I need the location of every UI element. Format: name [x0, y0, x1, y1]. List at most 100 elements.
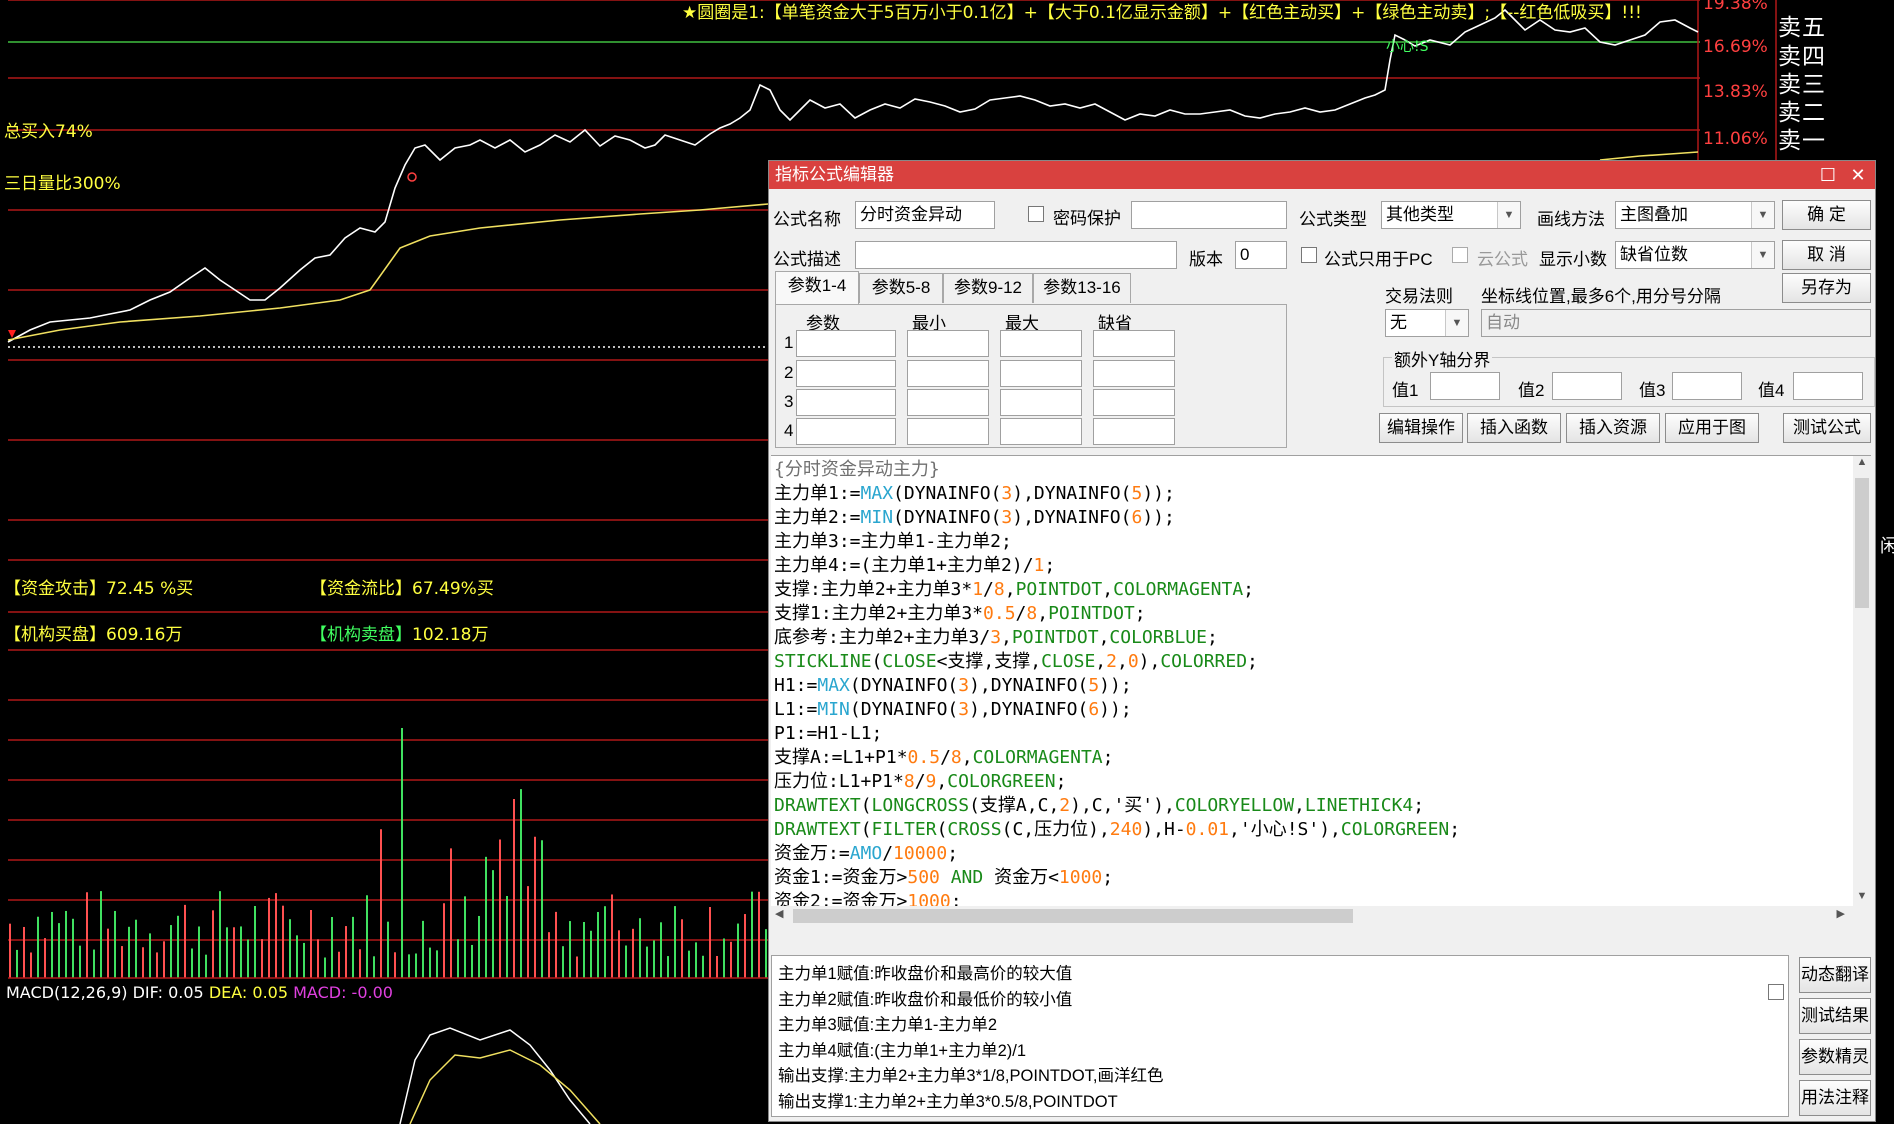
param-max-cell[interactable] [1000, 330, 1082, 357]
password-input[interactable] [1131, 201, 1287, 229]
vertical-scrollbar[interactable]: ▲ ▼ [1853, 456, 1871, 908]
code-line[interactable]: 支撑A:=L1+P1*0.5/8,COLORMAGENTA; [774, 746, 1852, 770]
dynamic-translate-button[interactable]: 动态翻译 [1799, 957, 1871, 993]
inst-buy-indicator: 【机构买盘】609.16万 [4, 620, 182, 645]
password-checkbox[interactable] [1028, 206, 1044, 222]
code-line[interactable]: 支撑1:主力单2+主力单3*0.5/8,POINTDOT; [774, 602, 1852, 626]
formula-desc-input[interactable] [855, 241, 1177, 269]
apply-to-chart-button[interactable]: 应用于图 [1665, 413, 1759, 443]
param-name-cell[interactable] [796, 360, 896, 387]
draw-method-label: 画线方法 [1537, 210, 1605, 229]
translation-checkbox[interactable] [1768, 984, 1784, 1000]
code-line[interactable]: 资金万:=AMO/10000; [774, 842, 1852, 866]
y-value-1-input[interactable] [1430, 372, 1500, 400]
trade-rule-select[interactable]: 无 ▼ [1385, 309, 1469, 337]
save-as-button[interactable]: 另存为 [1782, 273, 1871, 303]
tab-params-9-12[interactable]: 参数9-12 [943, 273, 1033, 303]
code-line[interactable]: 主力单1:=MAX(DYNAINFO(3),DYNAINFO(5)); [774, 482, 1852, 506]
macd-value: MACD: -0.00 [293, 983, 393, 1002]
pc-only-checkbox[interactable] [1301, 247, 1317, 263]
edit-ops-button[interactable]: 编辑操作 [1379, 413, 1463, 443]
formula-type-select[interactable]: 其他类型 ▼ [1381, 201, 1521, 229]
fund-attack-value: 72.45 %买 [106, 579, 194, 599]
insert-resource-button[interactable]: 插入资源 [1566, 413, 1660, 443]
code-line[interactable]: 支撑:主力单2+主力单3*1/8,POINTDOT,COLORMAGENTA; [774, 578, 1852, 602]
param-max-cell[interactable] [1000, 418, 1082, 445]
code-line[interactable]: {分时资金异动主力} [774, 458, 1852, 482]
code-line[interactable]: H1:=MAX(DYNAINFO(3),DYNAINFO(5)); [774, 674, 1852, 698]
coord-lines-input[interactable]: 自动 [1481, 309, 1871, 337]
param-default-cell[interactable] [1093, 360, 1175, 387]
draw-method-select[interactable]: 主图叠加 ▼ [1615, 201, 1775, 229]
scroll-right-icon[interactable]: ▶ [1837, 907, 1845, 920]
param-name-cell[interactable] [796, 418, 896, 445]
param-name-cell[interactable] [796, 389, 896, 416]
decimals-select[interactable]: 缺省位数 ▼ [1615, 241, 1775, 269]
scroll-left-icon[interactable]: ◀ [775, 907, 783, 920]
tab-params-13-16[interactable]: 参数13-16 [1033, 273, 1131, 303]
hscroll-thumb[interactable] [793, 909, 1353, 923]
param-min-cell[interactable] [907, 330, 989, 357]
code-line[interactable]: 主力单2:=MIN(DYNAINFO(3),DYNAINFO(6)); [774, 506, 1852, 530]
pc-only-label: 公式只用于PC [1324, 250, 1433, 269]
code-line[interactable]: DRAWTEXT(FILTER(CROSS(C,压力位),240),H-0.01… [774, 818, 1852, 842]
maximize-icon[interactable]: ☐ [1813, 161, 1843, 189]
close-icon[interactable]: ✕ [1843, 161, 1873, 189]
test-result-button[interactable]: 测试结果 [1799, 998, 1871, 1034]
param-min-cell[interactable] [907, 418, 989, 445]
y-value-4-input[interactable] [1793, 372, 1863, 400]
scroll-thumb[interactable] [1855, 478, 1869, 608]
horizontal-scrollbar[interactable]: ◀ ▶ [771, 906, 1871, 926]
code-line[interactable]: 资金1:=资金万>500 AND 资金万<1000; [774, 866, 1852, 890]
param-name-cell[interactable] [796, 330, 896, 357]
param-default-cell[interactable] [1093, 418, 1175, 445]
axis-label: 13.83% [1703, 82, 1768, 102]
order-book-sell1: 卖一 [1778, 128, 1826, 154]
formula-banner: ★圆圈是1:【单笔资金大于5百万小于0.1亿】+【大于0.1亿显示金额】+【红色… [682, 3, 1642, 23]
param-max-cell[interactable] [1000, 360, 1082, 387]
cloud-label: 云公式 [1477, 250, 1528, 269]
code-line[interactable]: DRAWTEXT(LONGCROSS(支撑A,C,2),C,'买'),COLOR… [774, 794, 1852, 818]
code-line[interactable]: STICKLINE(CLOSE<支撑,支撑,CLOSE,2,0),COLORRE… [774, 650, 1852, 674]
code-line[interactable]: 主力单3:=主力单1-主力单2; [774, 530, 1852, 554]
translation-line: 输出支撑:主力单2+主力单3*1/8,POINTDOT,画洋红色 [778, 1067, 1164, 1085]
param-default-cell[interactable] [1093, 389, 1175, 416]
usage-notes-button[interactable]: 用法注释 [1799, 1080, 1871, 1116]
version-input[interactable]: 0 [1235, 241, 1287, 269]
tab-params-1-4[interactable]: 参数1-4 [775, 271, 859, 304]
formula-type-value: 其他类型 [1386, 205, 1454, 224]
param-min-cell[interactable] [907, 389, 989, 416]
param-row-number: 1 [784, 333, 794, 352]
chevron-down-icon[interactable]: ▼ [1497, 202, 1520, 228]
code-line[interactable]: 压力位:L1+P1*8/9,COLORGREEN; [774, 770, 1852, 794]
param-wizard-button[interactable]: 参数精灵 [1799, 1039, 1871, 1075]
formula-name-input[interactable]: 分时资金异动 [855, 201, 995, 229]
param-row-number: 3 [784, 392, 794, 411]
cancel-button[interactable]: 取 消 [1782, 240, 1871, 270]
fund-attack-indicator: 【资金攻击】72.45 %买 [4, 574, 193, 599]
y-value-3-input[interactable] [1672, 372, 1742, 400]
chevron-down-icon[interactable]: ▼ [1751, 242, 1774, 268]
code-line[interactable]: P1:=H1-L1; [774, 722, 1852, 746]
scroll-up-icon[interactable]: ▲ [1853, 456, 1871, 474]
test-formula-button[interactable]: 测试公式 [1783, 413, 1871, 443]
y-value-2-input[interactable] [1552, 372, 1622, 400]
formula-type-label: 公式类型 [1299, 210, 1367, 229]
param-min-cell[interactable] [907, 360, 989, 387]
param-max-cell[interactable] [1000, 389, 1082, 416]
chevron-down-icon[interactable]: ▼ [1445, 310, 1468, 336]
chevron-down-icon[interactable]: ▼ [1751, 202, 1774, 228]
dialog-title: 指标公式编辑器 [775, 165, 894, 184]
code-line[interactable]: 主力单4:=(主力单1+主力单2)/1; [774, 554, 1852, 578]
code-text[interactable]: {分时资金异动主力} 主力单1:=MAX(DYNAINFO(3),DYNAINFO… [774, 458, 1852, 908]
param-default-cell[interactable] [1093, 330, 1175, 357]
translation-line: 主力单3赋值:主力单1-主力单2 [778, 1016, 998, 1034]
tab-params-5-8[interactable]: 参数5-8 [859, 273, 943, 303]
dialog-titlebar[interactable]: 指标公式编辑器 ☐ ✕ [769, 161, 1875, 189]
cloud-checkbox[interactable] [1452, 247, 1468, 263]
code-line[interactable]: 底参考:主力单2+主力单3/3,POINTDOT,COLORBLUE; [774, 626, 1852, 650]
code-editor[interactable]: {分时资金异动主力} 主力单1:=MAX(DYNAINFO(3),DYNAINFO… [771, 455, 1871, 926]
code-line[interactable]: L1:=MIN(DYNAINFO(3),DYNAINFO(6)); [774, 698, 1852, 722]
insert-function-button[interactable]: 插入函数 [1467, 413, 1561, 443]
ok-button[interactable]: 确 定 [1782, 200, 1871, 230]
